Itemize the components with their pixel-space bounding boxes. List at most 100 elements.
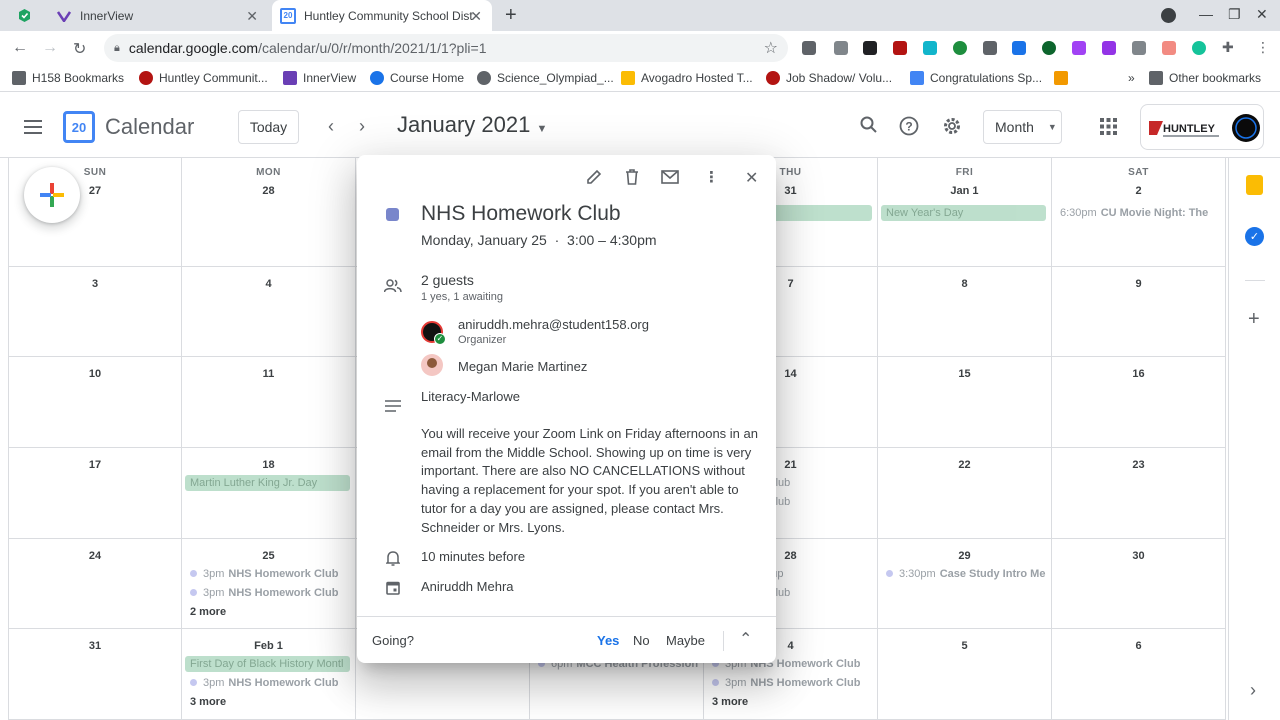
bookmark-item[interactable]: Course Home xyxy=(370,71,464,85)
day-cell[interactable]: MON 28 xyxy=(182,158,356,267)
email-guests-icon[interactable] xyxy=(661,170,679,188)
day-number[interactable]: 5 xyxy=(878,640,1051,652)
day-number[interactable]: Feb 1 xyxy=(182,640,355,652)
event-chip[interactable]: 3pm NHS Homework Club xyxy=(185,585,350,601)
close-popup-icon[interactable]: ✕ xyxy=(745,168,758,188)
other-bookmarks[interactable]: Other bookmarks xyxy=(1149,71,1261,85)
chrome-menu-icon[interactable]: ⋮ xyxy=(1256,39,1270,56)
tab-calendar[interactable]: 20 Huntley Community School Dist ✕ xyxy=(272,0,492,31)
day-cell[interactable]: 18 Martin Luther King Jr. Day xyxy=(182,448,356,539)
delete-trash-icon[interactable] xyxy=(624,169,640,189)
day-number[interactable]: 16 xyxy=(1052,368,1225,380)
tasks-icon[interactable]: ✓ xyxy=(1245,227,1264,246)
day-number[interactable]: 2 xyxy=(1052,185,1225,197)
day-number[interactable]: 25 xyxy=(182,550,355,562)
event-chip[interactable]: Martin Luther King Jr. Day xyxy=(185,475,350,491)
day-cell[interactable]: 3 xyxy=(8,267,182,357)
minimize-icon[interactable]: — xyxy=(1199,6,1213,22)
extension-icon[interactable] xyxy=(923,41,937,55)
rsvp-maybe-button[interactable]: Maybe xyxy=(666,633,705,648)
extension-icon[interactable] xyxy=(1162,41,1176,55)
close-tab-icon[interactable]: ✕ xyxy=(470,8,482,25)
collapse-rsvp-icon[interactable]: ⌃ xyxy=(739,629,752,649)
huntley-account-logo[interactable]: HUNTLEY xyxy=(1140,104,1264,150)
extension-icon[interactable] xyxy=(953,41,967,55)
grammarly-icon[interactable] xyxy=(1192,41,1206,55)
bookmark-star-icon[interactable]: ☆ xyxy=(764,38,778,58)
extension-icon[interactable] xyxy=(1042,41,1056,55)
event-chip[interactable]: First Day of Black History Montl xyxy=(185,656,350,672)
month-title[interactable]: January 2021 ▼ xyxy=(397,112,547,138)
main-menu-icon[interactable] xyxy=(24,120,42,134)
day-cell[interactable]: 15 xyxy=(878,357,1052,448)
day-number[interactable]: 4 xyxy=(182,278,355,290)
day-cell[interactable]: 5 xyxy=(878,629,1052,720)
day-cell[interactable]: FRI Jan 1 New Year's Day xyxy=(878,158,1052,267)
extension-icon[interactable] xyxy=(983,41,997,55)
new-tab-button[interactable]: + xyxy=(505,4,517,27)
previous-month-icon[interactable]: ‹ xyxy=(328,116,334,137)
day-cell[interactable]: 11 xyxy=(182,357,356,448)
day-cell[interactable]: 23 xyxy=(1052,448,1226,539)
extension-icon[interactable] xyxy=(1102,41,1116,55)
tab-search-icon[interactable] xyxy=(17,8,32,23)
more-events-link[interactable]: 3 more xyxy=(185,694,350,710)
day-cell[interactable]: 22 xyxy=(878,448,1052,539)
day-number[interactable]: 30 xyxy=(1052,550,1225,562)
extension-icon[interactable] xyxy=(834,41,848,55)
day-number[interactable]: 31 xyxy=(9,640,181,652)
event-chip[interactable]: 3pm NHS Homework Club xyxy=(185,566,350,582)
day-cell[interactable]: SAT 2 6:30pm CU Movie Night: The xyxy=(1052,158,1226,267)
day-cell[interactable]: 31 xyxy=(8,629,182,720)
apps-grid-icon[interactable] xyxy=(1100,118,1117,140)
day-number[interactable]: 29 xyxy=(878,550,1051,562)
bookmarks-overflow-icon[interactable]: » xyxy=(1128,71,1135,85)
day-number[interactable]: 3 xyxy=(9,278,181,290)
address-bar[interactable]: 🔒︎ calendar.google.com/calendar/u/0/r/mo… xyxy=(104,34,788,62)
day-cell[interactable]: 29 3:30pm Case Study Intro Me xyxy=(878,539,1052,629)
bookmark-item[interactable] xyxy=(1054,71,1074,85)
day-cell[interactable]: 16 xyxy=(1052,357,1226,448)
guest-name[interactable]: Megan Marie Martinez xyxy=(458,359,587,374)
day-number[interactable]: Jan 1 xyxy=(878,185,1051,197)
bookmark-item[interactable]: Congratulations Sp... xyxy=(910,71,1042,85)
day-number[interactable]: 28 xyxy=(182,185,355,197)
day-cell[interactable]: 10 xyxy=(8,357,182,448)
forward-icon[interactable]: → xyxy=(42,39,58,57)
guest-name[interactable]: aniruddh.mehra@student158.org xyxy=(458,317,649,332)
day-cell[interactable]: 30 xyxy=(1052,539,1226,629)
day-number[interactable]: 11 xyxy=(182,368,355,380)
event-chip[interactable]: New Year's Day xyxy=(881,205,1046,221)
day-cell[interactable]: 17 xyxy=(8,448,182,539)
day-number[interactable]: 22 xyxy=(878,459,1051,471)
more-events-link[interactable]: 2 more xyxy=(185,604,350,620)
reload-icon[interactable]: ↻ xyxy=(73,39,86,59)
help-icon[interactable]: ? xyxy=(899,116,919,141)
extension-icon[interactable] xyxy=(893,41,907,55)
bookmark-item[interactable]: Avogadro Hosted T... xyxy=(621,71,753,85)
more-events-link[interactable]: 3 more xyxy=(707,694,872,710)
day-number[interactable]: 15 xyxy=(878,368,1051,380)
bookmark-item[interactable]: Job Shadow/ Volu... xyxy=(766,71,892,85)
event-chip[interactable]: 6:30pm CU Movie Night: The xyxy=(1055,205,1220,221)
event-chip[interactable]: 3:30pm Case Study Intro Me xyxy=(881,566,1046,582)
chrome-profile-icon[interactable] xyxy=(1161,8,1176,23)
close-tab-icon[interactable]: ✕ xyxy=(246,8,258,25)
extension-icon[interactable] xyxy=(1072,41,1086,55)
day-cell[interactable]: 4 xyxy=(182,267,356,357)
extension-icon[interactable] xyxy=(863,41,877,55)
search-icon[interactable] xyxy=(860,116,878,139)
bookmark-item[interactable]: InnerView xyxy=(283,71,356,85)
restore-icon[interactable]: ❐ xyxy=(1228,6,1241,23)
extension-icon[interactable] xyxy=(1012,41,1026,55)
day-cell[interactable]: 24 xyxy=(8,539,182,629)
extension-icon[interactable] xyxy=(1132,41,1146,55)
day-number[interactable]: 8 xyxy=(878,278,1051,290)
bookmark-item[interactable]: H158 Bookmarks xyxy=(12,71,124,85)
day-cell[interactable]: Feb 1 First Day of Black History Montl 3pm… xyxy=(182,629,356,720)
day-number[interactable]: 24 xyxy=(9,550,181,562)
day-cell[interactable]: 6 xyxy=(1052,629,1226,720)
day-number[interactable]: 18 xyxy=(182,459,355,471)
view-switcher-button[interactable]: Month ▼ xyxy=(983,110,1062,144)
day-cell[interactable]: 9 xyxy=(1052,267,1226,357)
